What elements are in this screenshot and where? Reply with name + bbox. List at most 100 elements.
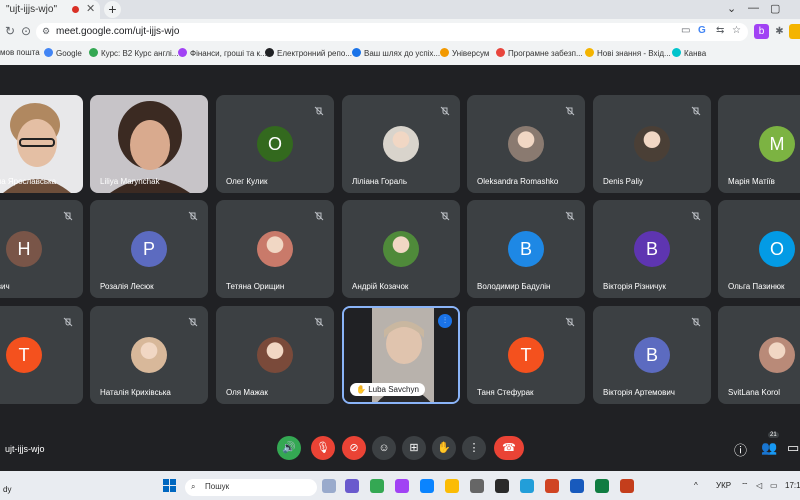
participant-tile[interactable]: Сніжана Ярославська: [0, 95, 83, 193]
participant-tile[interactable]: М Марія Матіїв: [718, 95, 800, 193]
more-vert-icon: ⋮: [468, 442, 480, 454]
powerpoint-icon[interactable]: [545, 479, 559, 493]
clock[interactable]: 17:1: [785, 481, 800, 490]
start-button[interactable]: [163, 479, 177, 493]
emoji-icon: ☺: [378, 442, 390, 454]
participant-tile[interactable]: О Олег Кулик: [216, 95, 334, 193]
participant-tile[interactable]: Denis Paliy: [593, 95, 711, 193]
participant-tile[interactable]: Н Баскевич: [0, 200, 83, 298]
bookmark-item[interactable]: Нові знання - Вхід...: [585, 48, 671, 58]
battery-icon[interactable]: ▭: [770, 481, 778, 490]
participant-avatar: В: [634, 337, 670, 373]
new-tab-button[interactable]: +: [104, 1, 121, 18]
bookmark-item[interactable]: Фінанси, гроші та к...: [178, 48, 267, 58]
google-lens-icon[interactable]: G: [698, 25, 706, 36]
participant-name: Володимир Бадулін: [477, 282, 551, 291]
participant-tile[interactable]: В Володимир Бадулін: [467, 200, 585, 298]
volume-tray-icon[interactable]: ◁: [756, 481, 762, 490]
taskbar-search[interactable]: ⌕ Пошук: [185, 479, 317, 496]
participant-photo: [759, 337, 795, 373]
participant-tile[interactable]: Oleksandra Romashko: [467, 95, 585, 193]
profile-icon[interactable]: [789, 24, 800, 39]
participant-tile[interactable]: Р Розалія Лесюк: [90, 200, 208, 298]
word-icon[interactable]: [570, 479, 584, 493]
participant-tile[interactable]: Тетяна Орищин: [216, 200, 334, 298]
bookmark-item[interactable]: Електронний репо...: [265, 48, 352, 58]
extension-b-icon[interactable]: b: [754, 24, 769, 39]
participant-tile[interactable]: О Ольга Пазинюк: [718, 200, 800, 298]
participant-tile[interactable]: В Вікторія Артемович: [593, 306, 711, 404]
bookmark-item[interactable]: Програмне забезп...: [496, 48, 583, 58]
participant-tile[interactable]: Тарас: [0, 306, 83, 404]
camera-icon[interactable]: ▭: [681, 25, 690, 36]
meeting-info-button[interactable]: ⓘ: [734, 440, 747, 459]
excel-icon[interactable]: [595, 479, 609, 493]
site-info-icon[interactable]: ⊙: [21, 24, 31, 38]
bookmark-star-icon[interactable]: ☆: [732, 25, 741, 36]
mic-muted-icon: [565, 208, 575, 221]
bookmark-item[interactable]: Канва: [672, 48, 706, 58]
more-options-button[interactable]: ⋮: [462, 436, 486, 460]
chrome-icon[interactable]: [370, 479, 384, 493]
store-icon[interactable]: [470, 479, 484, 493]
tab-title: "ujt-ijjs-wjo": [6, 4, 57, 15]
minimize-icon[interactable]: —: [748, 2, 759, 14]
participant-name: Андрій Козачок: [352, 282, 409, 291]
wifi-icon[interactable]: ⌔: [741, 481, 749, 491]
participant-tile[interactable]: В Вікторія Різничук: [593, 200, 711, 298]
participant-avatar: М: [759, 126, 795, 162]
reload-icon[interactable]: ↻: [5, 24, 15, 38]
edge-icon[interactable]: [420, 479, 434, 493]
hand-icon: ✋: [356, 385, 369, 394]
participant-tile[interactable]: Т Таня Стефурак: [467, 306, 585, 404]
microphone-button[interactable]: 🎙: [311, 436, 335, 460]
participant-avatar: В: [634, 231, 670, 267]
camera-button[interactable]: ⊘: [342, 436, 366, 460]
participant-tile[interactable]: Liliya Marynchak: [90, 95, 208, 193]
participant-avatar: О: [257, 126, 293, 162]
mic-muted-icon: [314, 103, 324, 116]
participant-tile[interactable]: SvitLana Korol: [718, 306, 800, 404]
chevron-down-icon[interactable]: ⌄: [727, 2, 736, 15]
info-icon: ⓘ: [734, 443, 748, 458]
translate-icon[interactable]: ⇆: [716, 25, 724, 36]
mic-muted-icon: [691, 103, 701, 116]
present-button[interactable]: ⊞: [402, 436, 426, 460]
bookmark-item[interactable]: Курс: В2 Курс англі...: [89, 48, 178, 58]
participant-tile[interactable]: Оля Мажак: [216, 306, 334, 404]
language-indicator[interactable]: УКР: [716, 481, 731, 490]
bookmark-item[interactable]: Універсум: [440, 48, 489, 58]
participant-name: Вікторія Артемович: [603, 388, 675, 397]
url-text: meet.google.com/ujt-ijjs-wjo: [56, 26, 180, 37]
telegram-icon[interactable]: [520, 479, 534, 493]
people-button[interactable]: 👥: [761, 440, 777, 456]
pdf-icon[interactable]: [620, 479, 634, 493]
tab-close-icon[interactable]: ✕: [86, 2, 95, 15]
maximize-icon[interactable]: ▢: [770, 2, 780, 15]
address-bar[interactable]: ⚙ meet.google.com/ujt-ijjs-wjo ▭ G ⇆ ☆: [36, 23, 748, 41]
app-icon[interactable]: [495, 479, 509, 493]
leave-call-button[interactable]: ☎: [494, 436, 524, 460]
tab-meet[interactable]: "ujt-ijjs-wjo" ✕: [0, 0, 100, 19]
knowledge-icon: [585, 48, 594, 57]
extensions-puzzle-icon[interactable]: ✱: [772, 24, 787, 39]
bookmark-item[interactable]: Google: [44, 48, 82, 58]
participant-name: Розалія Лесюк: [100, 282, 154, 291]
bookmark-item[interactable]: Ваш шлях до успіх...: [352, 48, 440, 58]
participant-tile[interactable]: Ліліана Гораль: [342, 95, 460, 193]
tray-chevron-icon[interactable]: ^: [694, 481, 698, 490]
bookmark-item[interactable]: мов пошта: [0, 48, 40, 57]
speaker-button[interactable]: 🔊: [277, 436, 301, 460]
folder-icon[interactable]: [445, 479, 459, 493]
teams-icon[interactable]: [345, 479, 359, 493]
participant-name: Liliya Marynchak: [100, 177, 160, 186]
participant-tile[interactable]: Наталія Крихівська: [90, 306, 208, 404]
reactions-button[interactable]: ☺: [372, 436, 396, 460]
participant-tile[interactable]: ⫶ ✋ Luba Savchyn: [342, 306, 460, 404]
task-view-icon[interactable]: [322, 479, 336, 493]
viber-icon[interactable]: [395, 479, 409, 493]
raise-hand-button[interactable]: ✋: [432, 436, 456, 460]
participant-tile[interactable]: Андрій Козачок: [342, 200, 460, 298]
chat-button[interactable]: ▭: [787, 440, 799, 456]
weather-text: dy: [3, 485, 12, 494]
